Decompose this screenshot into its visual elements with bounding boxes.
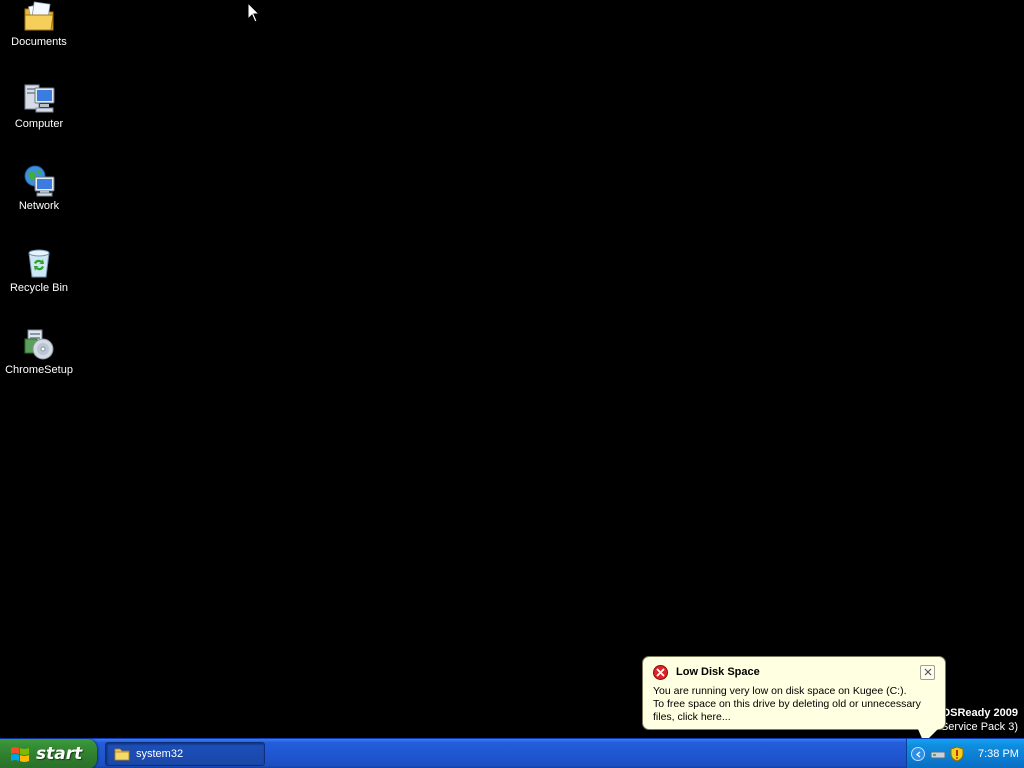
desktop-icon-label: Network [18,200,60,212]
balloon-message-line2: To free space on this drive by deleting … [653,698,921,723]
balloon-message[interactable]: You are running very low on disk space o… [653,685,935,724]
security-shield-icon[interactable] [949,746,965,762]
desktop-icon-network[interactable]: Network [1,164,77,213]
desktop-icon-computer[interactable]: Computer [1,82,77,131]
desktop-icon-label: Recycle Bin [9,282,69,294]
drive-warning-icon[interactable] [930,746,946,762]
balloon-title: Low Disk Space [676,666,760,678]
watermark-subtitle: Service Pack 3) [940,721,1018,733]
documents-folder-icon [24,1,54,31]
balloon-message-line1: You are running very low on disk space o… [653,685,907,697]
windows-flag-icon [11,747,29,762]
desktop-icon-documents[interactable]: Documents [1,0,77,49]
watermark-title: OSReady 2009 [941,707,1018,719]
mouse-cursor-icon [247,2,261,23]
desktop-icon-label: ChromeSetup [5,364,73,376]
network-icon [24,165,55,197]
system-tray: 7:38 PM [906,739,1024,768]
taskbar-button-label: system32 [136,748,184,760]
folder-icon [114,748,130,761]
close-icon[interactable] [920,664,935,680]
low-disk-space-balloon[interactable]: Low Disk Space You are running very low … [642,656,946,730]
show-hidden-icons-chevron-icon[interactable] [911,747,925,761]
balloon-header: Low Disk Space [653,663,935,681]
start-button[interactable]: start [0,739,97,768]
desktop-icon-label: Computer [14,118,64,130]
os-watermark: OSReady 2009 Service Pack 3) [941,706,1018,734]
start-label: start [36,744,83,764]
installer-icon [24,329,54,360]
error-icon [653,664,668,680]
desktop-icon-recycle-bin[interactable]: Recycle Bin [1,246,77,295]
desktop-icon-label: Documents [11,36,67,48]
taskbar-button-system32[interactable]: system32 [105,742,265,766]
computer-icon [24,84,55,113]
desktop-icon-chromesetup[interactable]: ChromeSetup [1,328,77,377]
clock[interactable]: 7:38 PM [978,748,1019,760]
recycle-bin-icon [28,249,50,278]
taskbar: start system32 7:38 PM [0,738,1024,768]
